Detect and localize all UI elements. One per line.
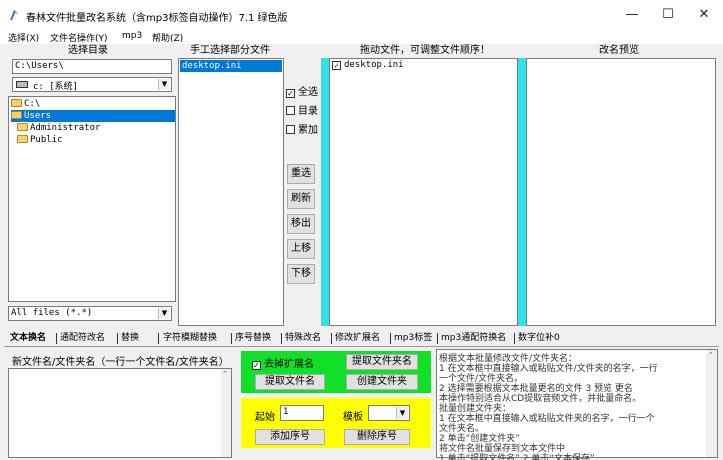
template-select[interactable]: ▼ [368, 405, 410, 421]
tab-mp3-wildcard[interactable]: mp3通配符换名 [441, 331, 506, 345]
tab-mp3-tag[interactable]: mp3标签 [394, 331, 432, 345]
move-down-button[interactable]: 下移 [287, 264, 315, 284]
tab-separator [117, 333, 118, 344]
tab-separator [281, 333, 282, 344]
splitter-bar[interactable] [321, 58, 329, 326]
file-filter-value: All files (*.*) [11, 308, 93, 318]
folder-icon [17, 135, 28, 143]
drag-files-header: 拖动文件，可调整文件顺序！ [360, 45, 490, 56]
menu-help[interactable]: 帮助(Z) [152, 31, 183, 44]
tab-serial-replace[interactable]: 序号替换 [235, 331, 271, 345]
drive-select[interactable]: c: [系统] ▼ [12, 77, 172, 92]
window-title: 春林文件批量改名系统（含mp3标签自动操作）7.1 绿色版 [26, 13, 288, 24]
tab-special-rename[interactable]: 特殊改名 [285, 331, 321, 345]
start-number-input[interactable]: 1 [280, 405, 324, 421]
drag-file-list[interactable]: ✓ desktop.ini [329, 58, 518, 326]
tab-separator [56, 333, 57, 344]
drive-select-value: c: [系统] [33, 82, 79, 92]
drive-icon [16, 81, 28, 88]
chevron-down-icon[interactable]: ▼ [158, 308, 170, 319]
scrollbar[interactable]: ⌃ [706, 350, 717, 457]
folder-icon [17, 123, 28, 131]
tab-separator [437, 333, 438, 344]
directory-tree[interactable]: C:\ Users Administrator Public [8, 96, 176, 302]
tab-fuzzy-replace[interactable]: 字符模糊替换 [163, 331, 217, 345]
menu-bar: 选择(X) 文件名操作(Y) mp3 帮助(Z) [0, 30, 723, 44]
help-line: 1 单击“提取文件名” 2 单击“文本保存” [439, 454, 595, 460]
template-label: 模板 [343, 412, 363, 423]
add-serial-button[interactable]: 添加序号 [255, 429, 325, 445]
tree-node-selected[interactable]: Users [11, 110, 175, 122]
move-up-button[interactable]: 上移 [287, 239, 315, 259]
checkmark-icon: ✓ [252, 361, 261, 370]
extract-file-name-button[interactable]: 提取文件名 [255, 374, 325, 390]
chevron-down-icon[interactable]: ▼ [158, 79, 170, 90]
app-window: 春林文件批量改名系统（含mp3标签自动操作）7.1 绿色版 — ☐ ✕ 选择(X… [0, 0, 723, 460]
list-item[interactable]: desktop.ini [180, 60, 282, 72]
tab-zero-pad[interactable]: 数字位补0 [518, 331, 560, 345]
scrollbar[interactable]: ⌃ [221, 369, 231, 457]
tree-node[interactable]: Public [17, 134, 63, 146]
tree-node[interactable]: Administrator [17, 122, 100, 134]
tab-separator [158, 333, 159, 344]
new-names-textarea[interactable]: ⌃ [8, 368, 232, 458]
delete-serial-button[interactable]: 删除序号 [344, 429, 410, 445]
open-folder-icon [11, 111, 22, 119]
tab-separator [231, 333, 232, 344]
file-filter-select[interactable]: All files (*.*) ▼ [8, 306, 172, 321]
manual-select-header: 手工选择部分文件 [190, 45, 270, 56]
checkmark-icon: ✓ [286, 89, 295, 98]
remove-extension-checkbox[interactable]: ✓ 去掉扩展名 [252, 355, 314, 370]
rename-preview-header: 改名预览 [599, 45, 639, 56]
tab-separator [514, 333, 515, 344]
list-item[interactable]: ✓ desktop.ini [332, 60, 404, 70]
refresh-button[interactable]: 刷新 [287, 189, 315, 209]
remove-button[interactable]: 移出 [287, 214, 315, 234]
close-button[interactable]: ✕ [684, 0, 723, 30]
app-icon [10, 10, 18, 20]
reselect-button[interactable]: 重选 [287, 164, 315, 184]
menu-filename-ops[interactable]: 文件名操作(Y) [50, 31, 108, 44]
checkmark-icon: ✓ [332, 61, 341, 70]
tab-wildcard-rename[interactable]: 通配符改名 [60, 331, 105, 345]
extract-folder-name-button[interactable]: 提取文件夹名 [346, 354, 418, 370]
new-names-label: 新文件名/文件夹名（一行一个文件名/文件夹名） [12, 357, 229, 368]
rename-preview-list [526, 58, 716, 326]
title-bar: 春林文件批量改名系统（含mp3标签自动操作）7.1 绿色版 — ☐ ✕ [0, 0, 723, 30]
tab-change-extension[interactable]: 修改扩展名 [335, 331, 380, 345]
path-input[interactable]: C:\Users\ [12, 59, 172, 74]
menu-select[interactable]: 选择(X) [8, 31, 39, 44]
chevron-up-icon[interactable]: ⌃ [708, 351, 714, 359]
splitter-bar[interactable] [518, 58, 526, 326]
select-all-checkbox[interactable]: ✓ 全选 [286, 83, 318, 98]
chevron-up-icon[interactable]: ⌃ [222, 370, 228, 378]
create-folder-button[interactable]: 创建文件夹 [346, 374, 418, 390]
start-label: 起始 [255, 412, 275, 423]
tree-node[interactable]: C:\ [11, 98, 40, 110]
minimize-button[interactable]: — [612, 0, 652, 30]
maximize-button[interactable]: ☐ [648, 0, 688, 30]
tab-replace[interactable]: 替换 [121, 331, 139, 345]
tab-text-rename[interactable]: 文本换名 [10, 331, 46, 345]
chevron-down-icon[interactable]: ▼ [396, 407, 408, 419]
menu-mp3[interactable]: mp3 [122, 31, 142, 41]
yellow-group: 起始 1 模板 ▼ 添加序号 删除序号 [241, 398, 431, 448]
manual-file-list[interactable]: desktop.ini [178, 58, 284, 326]
accumulate-checkbox[interactable]: 累加 [286, 121, 318, 136]
tab-separator [331, 333, 332, 344]
open-folder-icon [11, 99, 22, 107]
directory-checkbox[interactable]: 目录 [286, 102, 318, 117]
tab-separator [390, 333, 391, 344]
green-group: ✓ 去掉扩展名 提取文件夹名 提取文件名 创建文件夹 [241, 351, 431, 393]
select-dir-header: 选择目录 [68, 45, 108, 56]
